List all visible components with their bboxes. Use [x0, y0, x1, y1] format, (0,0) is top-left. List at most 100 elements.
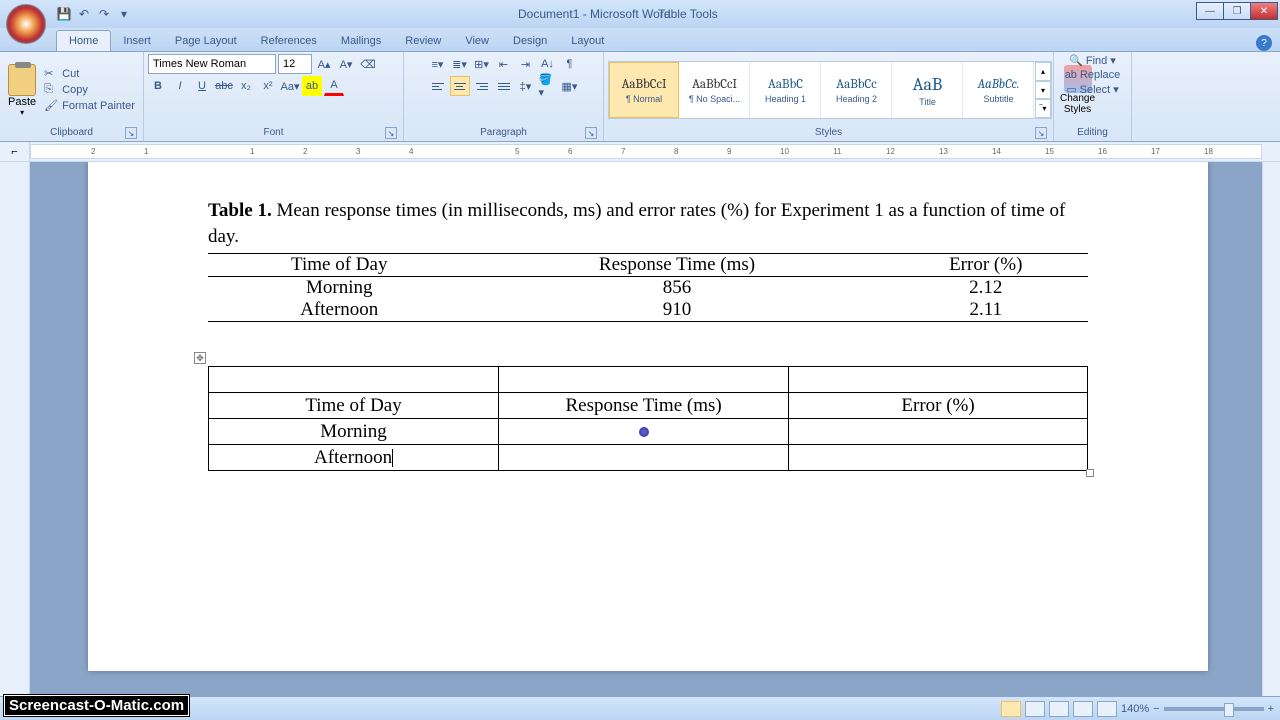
- table-cell[interactable]: [789, 445, 1088, 471]
- font-launcher[interactable]: ↘: [385, 127, 397, 139]
- borders-button[interactable]: ▦▾: [560, 76, 580, 96]
- inc-indent-button[interactable]: ⇥: [516, 54, 536, 74]
- tab-home[interactable]: Home: [56, 30, 111, 51]
- format-painter-button[interactable]: 🖌Format Painter: [44, 99, 135, 113]
- cut-button[interactable]: ✂Cut: [44, 67, 135, 81]
- table-cell[interactable]: [499, 445, 789, 471]
- font-name-input[interactable]: [148, 54, 276, 74]
- table-cell[interactable]: 2.11: [884, 299, 1089, 322]
- style-heading1[interactable]: AaBbCHeading 1: [751, 62, 821, 118]
- close-button[interactable]: ✕: [1250, 2, 1278, 20]
- page-viewport[interactable]: Table 1. Mean response times (in millise…: [30, 162, 1262, 696]
- tab-mailings[interactable]: Mailings: [329, 31, 393, 51]
- print-layout-view[interactable]: [1001, 701, 1021, 717]
- zoom-slider[interactable]: [1164, 707, 1264, 711]
- zoom-level[interactable]: 140%: [1121, 703, 1149, 715]
- table-cell[interactable]: [209, 367, 499, 393]
- highlight-button[interactable]: ab: [302, 76, 322, 96]
- table-header[interactable]: Error (%): [884, 254, 1089, 277]
- style-normal[interactable]: AaBbCcI¶ Normal: [609, 62, 679, 118]
- minimize-button[interactable]: —: [1196, 2, 1224, 20]
- table-caption[interactable]: Table 1. Mean response times (in millise…: [208, 198, 1088, 249]
- document-content[interactable]: Table 1. Mean response times (in millise…: [208, 198, 1088, 471]
- grow-font-button[interactable]: A▴: [314, 54, 334, 74]
- table-cell[interactable]: Morning: [208, 277, 471, 300]
- table-header[interactable]: Time of Day: [208, 254, 471, 277]
- copy-button[interactable]: ⎘Copy: [44, 83, 135, 97]
- save-icon[interactable]: 💾: [56, 6, 72, 22]
- sort-button[interactable]: A↓: [538, 54, 558, 74]
- tab-layout[interactable]: Layout: [559, 31, 616, 51]
- office-button[interactable]: [6, 4, 46, 44]
- styles-launcher[interactable]: ↘: [1035, 127, 1047, 139]
- table-cell[interactable]: 2.12: [884, 277, 1089, 300]
- table-cell[interactable]: [499, 367, 789, 393]
- replace-button[interactable]: abReplace: [1065, 69, 1121, 81]
- align-right-button[interactable]: [472, 76, 492, 96]
- underline-button[interactable]: U: [192, 76, 212, 96]
- qat-more-icon[interactable]: ▾: [116, 6, 132, 22]
- table-cell[interactable]: Afternoon: [209, 445, 499, 471]
- tab-selector[interactable]: ⌐: [0, 142, 30, 161]
- web-layout-view[interactable]: [1049, 701, 1069, 717]
- table-header[interactable]: Response Time (ms): [471, 254, 884, 277]
- bullets-button[interactable]: ≡▾: [428, 54, 448, 74]
- full-screen-view[interactable]: [1025, 701, 1045, 717]
- select-button[interactable]: ▭Select ▾: [1066, 83, 1119, 96]
- vertical-ruler[interactable]: [0, 162, 30, 696]
- superscript-button[interactable]: x²: [258, 76, 278, 96]
- style-title[interactable]: AaBTitle: [893, 62, 963, 118]
- table-cell[interactable]: [789, 367, 1088, 393]
- vertical-scrollbar[interactable]: [1262, 162, 1280, 696]
- zoom-in-button[interactable]: +: [1268, 703, 1274, 715]
- table-move-handle[interactable]: ✥: [194, 352, 206, 364]
- draft-view[interactable]: [1097, 701, 1117, 717]
- italic-button[interactable]: I: [170, 76, 190, 96]
- help-icon[interactable]: ?: [1256, 35, 1272, 51]
- table-2[interactable]: Time of Day Response Time (ms) Error (%)…: [208, 366, 1088, 471]
- justify-button[interactable]: [494, 76, 514, 96]
- tab-insert[interactable]: Insert: [111, 31, 163, 51]
- table-cell[interactable]: 910: [471, 299, 884, 322]
- table-cell[interactable]: Response Time (ms): [499, 393, 789, 419]
- clear-format-button[interactable]: ⌫: [358, 54, 378, 74]
- shrink-font-button[interactable]: A▾: [336, 54, 356, 74]
- paste-button[interactable]: Paste ▾: [4, 62, 40, 119]
- align-left-button[interactable]: [428, 76, 448, 96]
- tab-references[interactable]: References: [249, 31, 329, 51]
- style-scroll-more[interactable]: ‾▾: [1035, 99, 1051, 118]
- bold-button[interactable]: B: [148, 76, 168, 96]
- undo-icon[interactable]: ↶: [76, 6, 92, 22]
- style-heading2[interactable]: AaBbCcHeading 2: [822, 62, 892, 118]
- tab-review[interactable]: Review: [393, 31, 453, 51]
- tab-view[interactable]: View: [453, 31, 501, 51]
- style-scroll-up[interactable]: ▴: [1035, 62, 1051, 81]
- show-marks-button[interactable]: ¶: [560, 54, 580, 74]
- table-cell[interactable]: Morning: [209, 419, 499, 445]
- subscript-button[interactable]: x₂: [236, 76, 256, 96]
- horizontal-ruler[interactable]: 21123456789101112131415161718: [30, 144, 1262, 159]
- clipboard-launcher[interactable]: ↘: [125, 127, 137, 139]
- table-cell[interactable]: Afternoon: [208, 299, 471, 322]
- multilevel-button[interactable]: ⊞▾: [472, 54, 492, 74]
- table-cell[interactable]: 856: [471, 277, 884, 300]
- dec-indent-button[interactable]: ⇤: [494, 54, 514, 74]
- font-size-input[interactable]: [278, 54, 312, 74]
- tab-design[interactable]: Design: [501, 31, 559, 51]
- align-center-button[interactable]: [450, 76, 470, 96]
- table-cell[interactable]: Error (%): [789, 393, 1088, 419]
- strikethrough-button[interactable]: abc: [214, 76, 234, 96]
- outline-view[interactable]: [1073, 701, 1093, 717]
- line-spacing-button[interactable]: ‡▾: [516, 76, 536, 96]
- table-cell[interactable]: [789, 419, 1088, 445]
- table-1[interactable]: Time of Day Response Time (ms) Error (%)…: [208, 253, 1088, 322]
- numbering-button[interactable]: ≣▾: [450, 54, 470, 74]
- shading-button[interactable]: 🪣▾: [538, 76, 558, 96]
- change-case-button[interactable]: Aa▾: [280, 76, 300, 96]
- zoom-out-button[interactable]: −: [1153, 703, 1159, 715]
- font-color-button[interactable]: A: [324, 76, 344, 96]
- table-resize-handle[interactable]: [1086, 469, 1094, 477]
- table-cell[interactable]: Time of Day: [209, 393, 499, 419]
- style-scroll-down[interactable]: ▾: [1035, 81, 1051, 100]
- table-cell[interactable]: [499, 419, 789, 445]
